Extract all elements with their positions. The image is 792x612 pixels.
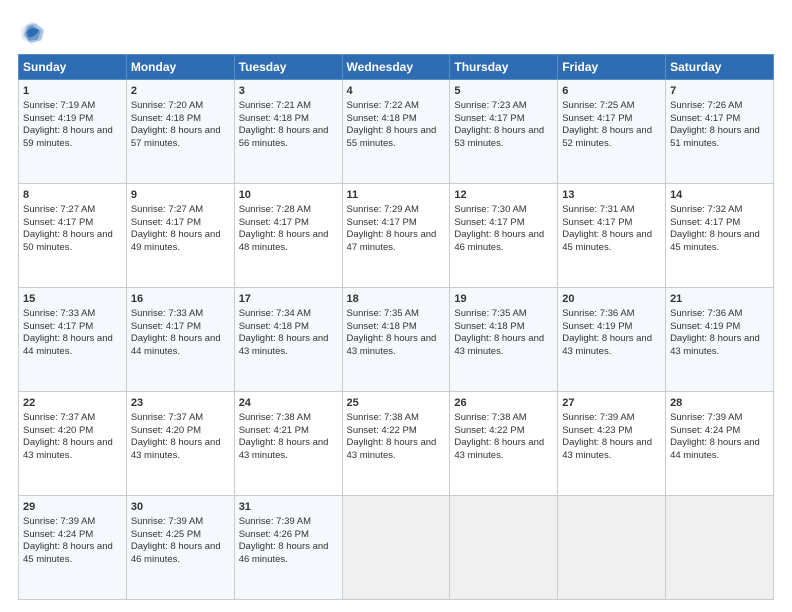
calendar-cell: 30Sunrise: 7:39 AMSunset: 4:25 PMDayligh… [126, 496, 234, 600]
calendar-cell: 14Sunrise: 7:32 AMSunset: 4:17 PMDayligh… [666, 184, 774, 288]
calendar-cell: 10Sunrise: 7:28 AMSunset: 4:17 PMDayligh… [234, 184, 342, 288]
page: SundayMondayTuesdayWednesdayThursdayFrid… [0, 0, 792, 612]
calendar-cell: 8Sunrise: 7:27 AMSunset: 4:17 PMDaylight… [19, 184, 127, 288]
logo-icon [18, 18, 46, 46]
calendar-cell: 16Sunrise: 7:33 AMSunset: 4:17 PMDayligh… [126, 288, 234, 392]
calendar-header-row: SundayMondayTuesdayWednesdayThursdayFrid… [19, 55, 774, 80]
calendar-cell [558, 496, 666, 600]
day-number: 22 [23, 396, 122, 411]
calendar-cell: 22Sunrise: 7:37 AMSunset: 4:20 PMDayligh… [19, 392, 127, 496]
calendar-cell: 18Sunrise: 7:35 AMSunset: 4:18 PMDayligh… [342, 288, 450, 392]
calendar-cell: 3Sunrise: 7:21 AMSunset: 4:18 PMDaylight… [234, 80, 342, 184]
calendar-week-row: 15Sunrise: 7:33 AMSunset: 4:17 PMDayligh… [19, 288, 774, 392]
calendar-cell [342, 496, 450, 600]
calendar-cell: 24Sunrise: 7:38 AMSunset: 4:21 PMDayligh… [234, 392, 342, 496]
calendar-cell [450, 496, 558, 600]
day-number: 26 [454, 396, 553, 411]
day-number: 24 [239, 396, 338, 411]
day-number: 27 [562, 396, 661, 411]
day-number: 7 [670, 84, 769, 99]
calendar-cell: 9Sunrise: 7:27 AMSunset: 4:17 PMDaylight… [126, 184, 234, 288]
day-number: 8 [23, 188, 122, 203]
calendar-cell: 5Sunrise: 7:23 AMSunset: 4:17 PMDaylight… [450, 80, 558, 184]
day-number: 31 [239, 500, 338, 515]
day-number: 16 [131, 292, 230, 307]
day-of-week-header: Friday [558, 55, 666, 80]
day-number: 20 [562, 292, 661, 307]
day-number: 21 [670, 292, 769, 307]
calendar-cell: 13Sunrise: 7:31 AMSunset: 4:17 PMDayligh… [558, 184, 666, 288]
calendar-cell: 4Sunrise: 7:22 AMSunset: 4:18 PMDaylight… [342, 80, 450, 184]
header [18, 18, 774, 46]
day-number: 14 [670, 188, 769, 203]
day-number: 9 [131, 188, 230, 203]
calendar-cell: 29Sunrise: 7:39 AMSunset: 4:24 PMDayligh… [19, 496, 127, 600]
calendar-cell [666, 496, 774, 600]
calendar: SundayMondayTuesdayWednesdayThursdayFrid… [18, 54, 774, 600]
calendar-cell: 15Sunrise: 7:33 AMSunset: 4:17 PMDayligh… [19, 288, 127, 392]
calendar-cell: 31Sunrise: 7:39 AMSunset: 4:26 PMDayligh… [234, 496, 342, 600]
day-number: 30 [131, 500, 230, 515]
logo [18, 18, 50, 46]
day-number: 6 [562, 84, 661, 99]
calendar-cell: 2Sunrise: 7:20 AMSunset: 4:18 PMDaylight… [126, 80, 234, 184]
day-number: 2 [131, 84, 230, 99]
calendar-week-row: 22Sunrise: 7:37 AMSunset: 4:20 PMDayligh… [19, 392, 774, 496]
calendar-cell: 12Sunrise: 7:30 AMSunset: 4:17 PMDayligh… [450, 184, 558, 288]
day-number: 23 [131, 396, 230, 411]
day-number: 19 [454, 292, 553, 307]
calendar-cell: 6Sunrise: 7:25 AMSunset: 4:17 PMDaylight… [558, 80, 666, 184]
calendar-cell: 27Sunrise: 7:39 AMSunset: 4:23 PMDayligh… [558, 392, 666, 496]
calendar-cell: 20Sunrise: 7:36 AMSunset: 4:19 PMDayligh… [558, 288, 666, 392]
calendar-cell: 23Sunrise: 7:37 AMSunset: 4:20 PMDayligh… [126, 392, 234, 496]
day-number: 13 [562, 188, 661, 203]
calendar-week-row: 29Sunrise: 7:39 AMSunset: 4:24 PMDayligh… [19, 496, 774, 600]
calendar-cell: 17Sunrise: 7:34 AMSunset: 4:18 PMDayligh… [234, 288, 342, 392]
day-number: 28 [670, 396, 769, 411]
day-number: 10 [239, 188, 338, 203]
day-of-week-header: Sunday [19, 55, 127, 80]
day-number: 3 [239, 84, 338, 99]
day-number: 1 [23, 84, 122, 99]
calendar-cell: 7Sunrise: 7:26 AMSunset: 4:17 PMDaylight… [666, 80, 774, 184]
day-of-week-header: Monday [126, 55, 234, 80]
calendar-cell: 1Sunrise: 7:19 AMSunset: 4:19 PMDaylight… [19, 80, 127, 184]
day-of-week-header: Tuesday [234, 55, 342, 80]
day-number: 5 [454, 84, 553, 99]
day-of-week-header: Wednesday [342, 55, 450, 80]
calendar-cell: 21Sunrise: 7:36 AMSunset: 4:19 PMDayligh… [666, 288, 774, 392]
day-number: 4 [347, 84, 446, 99]
day-number: 29 [23, 500, 122, 515]
calendar-week-row: 8Sunrise: 7:27 AMSunset: 4:17 PMDaylight… [19, 184, 774, 288]
calendar-cell: 19Sunrise: 7:35 AMSunset: 4:18 PMDayligh… [450, 288, 558, 392]
calendar-cell: 26Sunrise: 7:38 AMSunset: 4:22 PMDayligh… [450, 392, 558, 496]
calendar-cell: 11Sunrise: 7:29 AMSunset: 4:17 PMDayligh… [342, 184, 450, 288]
day-number: 11 [347, 188, 446, 203]
day-number: 12 [454, 188, 553, 203]
calendar-cell: 25Sunrise: 7:38 AMSunset: 4:22 PMDayligh… [342, 392, 450, 496]
day-number: 17 [239, 292, 338, 307]
calendar-week-row: 1Sunrise: 7:19 AMSunset: 4:19 PMDaylight… [19, 80, 774, 184]
day-number: 25 [347, 396, 446, 411]
day-of-week-header: Saturday [666, 55, 774, 80]
day-of-week-header: Thursday [450, 55, 558, 80]
day-number: 15 [23, 292, 122, 307]
day-number: 18 [347, 292, 446, 307]
calendar-cell: 28Sunrise: 7:39 AMSunset: 4:24 PMDayligh… [666, 392, 774, 496]
